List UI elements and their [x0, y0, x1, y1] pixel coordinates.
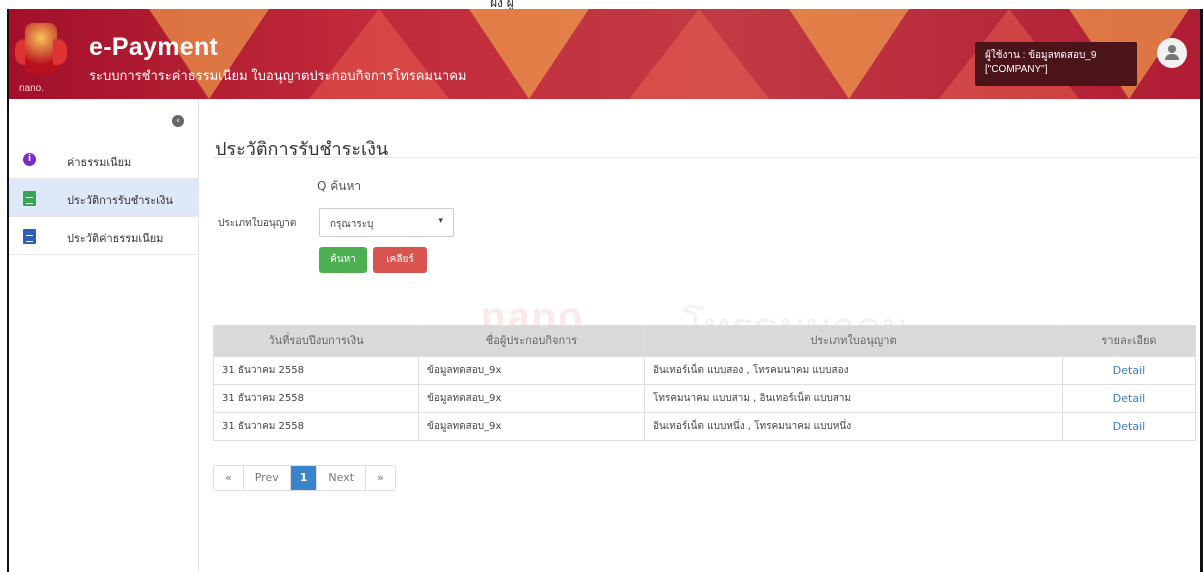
- cell-details: Detail: [1062, 413, 1195, 440]
- pagination-first[interactable]: «: [214, 466, 243, 490]
- app-subtitle: ระบบการชำระค่าธรรมเนียม ใบอนุญาตประกอบกิ…: [89, 68, 467, 83]
- sidebar-item-label: ค่าธรรมเนียม: [67, 156, 132, 169]
- nbtc-logo[interactable]: nano.: [15, 17, 67, 97]
- cell-operator: ข้อมูลทดสอบ_9x: [418, 385, 644, 412]
- column-header-fiscal-date[interactable]: วันที่รอบปีงบการเงิน: [214, 326, 418, 356]
- header-decoration: [469, 9, 589, 99]
- user-info-box[interactable]: ผู้ใช้งาน : ข้อมูลทดสอบ_9 ["COMPANY"]: [975, 42, 1137, 86]
- table-row: 31 ธันวาคม 2558 ข้อมูลทดสอบ_9x โทรคมนาคม…: [214, 384, 1195, 412]
- detail-link[interactable]: Detail: [1071, 357, 1187, 384]
- payment-history-table: วันที่รอบปีงบการเงิน ชื่อผู้ประกอบกิจการ…: [213, 325, 1196, 441]
- sidebar-item-payment-history[interactable]: ประวัติการรับชำระเงิน: [9, 179, 199, 217]
- cell-license-type: โทรคมนาคม แบบสาม , อินเทอร์เน็ต แบบสาม: [644, 385, 1062, 412]
- header-decoration: [629, 9, 769, 99]
- cell-operator: ข้อมูลทดสอบ_9x: [418, 357, 644, 384]
- pagination-page-current[interactable]: 1: [289, 466, 317, 490]
- column-header-details: รายละเอียด: [1062, 326, 1195, 356]
- document-icon: [23, 191, 36, 206]
- sidebar-item-fees[interactable]: i ค่าธรรมเนียม: [9, 141, 199, 179]
- document-icon: [23, 229, 36, 244]
- sidebar-item-label: ประวัติการรับชำระเงิน: [67, 194, 173, 207]
- cell-fiscal-date: 31 ธันวาคม 2558: [222, 393, 304, 404]
- pagination-next[interactable]: Next: [316, 466, 366, 490]
- search-heading: Q ค้นหา: [317, 179, 362, 193]
- cell-license-type: อินเทอร์เน็ต แบบสอง , โทรคมนาคม แบบสอง: [644, 357, 1062, 384]
- table-row: 31 ธันวาคม 2558 ข้อมูลทดสอบ_9x อินเทอร์เ…: [214, 412, 1195, 440]
- pagination: « Prev 1 Next »: [213, 465, 396, 491]
- column-header-operator[interactable]: ชื่อผู้ประกอบกิจการ: [418, 326, 644, 356]
- app-title: e-Payment: [89, 33, 219, 61]
- pagination-prev[interactable]: Prev: [242, 466, 290, 490]
- cell-fiscal-date: 31 ธันวาคม 2558: [222, 421, 304, 432]
- table-header-row: วันที่รอบปีงบการเงิน ชื่อผู้ประกอบกิจการ…: [214, 326, 1195, 356]
- clear-button[interactable]: เคลียร์: [373, 247, 427, 273]
- search-button[interactable]: ค้นหา: [319, 247, 367, 273]
- caret-down-icon: ▾: [438, 216, 443, 226]
- cell-details: Detail: [1062, 385, 1195, 412]
- title-divider: [213, 157, 1197, 158]
- page-title: ประวัติการรับชำระเงิน: [215, 139, 389, 160]
- cell-license-type: อินเทอร์เน็ต แบบหนึ่ง , โทรคมนาคม แบบหนึ…: [644, 413, 1062, 440]
- cell-details: Detail: [1062, 357, 1195, 384]
- sidebar: ‹ i ค่าธรรมเนียม ประวัติการรับชำระเงิน ป…: [9, 99, 199, 572]
- cell-operator: ข้อมูลทดสอบ_9x: [418, 413, 644, 440]
- main-content: ประวัติการรับชำระเงิน Q ค้นหา ประเภทใบอน…: [213, 99, 1197, 572]
- logo-wing-right: [53, 39, 67, 65]
- user-avatar-icon[interactable]: [1157, 38, 1187, 68]
- license-type-select[interactable]: กรุณาระบุ ▾: [319, 208, 454, 237]
- select-value: กรุณาระบุ: [330, 219, 374, 230]
- detail-link[interactable]: Detail: [1071, 413, 1187, 440]
- logo-text: nano.: [19, 83, 45, 94]
- sidebar-collapse-icon[interactable]: ‹: [172, 115, 184, 127]
- user-name: ผู้ใช้งาน : ข้อมูลทดสอบ_9: [985, 50, 1097, 61]
- sidebar-item-fee-history[interactable]: ประวัติค่าธรรมเนียม: [9, 217, 199, 255]
- column-header-license-type[interactable]: ประเภทใบอนุญาต: [644, 326, 1062, 356]
- license-type-label: ประเภทใบอนุญาต: [218, 218, 297, 229]
- header-decoration: [789, 9, 909, 99]
- cell-fiscal-date: 31 ธันวาคม 2558: [222, 365, 304, 376]
- top-strip: ฝั่ง ผู้: [0, 0, 1203, 10]
- detail-link[interactable]: Detail: [1071, 385, 1187, 412]
- user-role: ["COMPANY"]: [985, 64, 1048, 75]
- info-icon: i: [23, 153, 36, 166]
- pagination-last[interactable]: »: [365, 466, 395, 490]
- table-row: 31 ธันวาคม 2558 ข้อมูลทดสอบ_9x อินเทอร์เ…: [214, 356, 1195, 384]
- app-header: nano. e-Payment ระบบการชำระค่าธรรมเนียม …: [9, 9, 1200, 99]
- screenshot-frame: ฝั่ง ผู้ nano. e-Payment ระบบการชำระค่าธ…: [0, 0, 1203, 572]
- sidebar-item-label: ประวัติค่าธรรมเนียม: [67, 232, 164, 245]
